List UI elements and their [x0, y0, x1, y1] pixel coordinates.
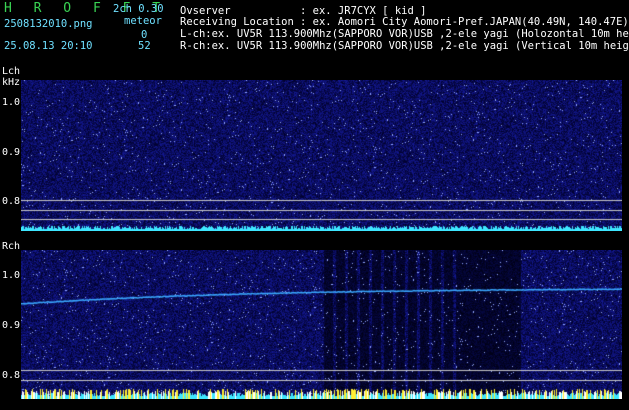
rch-meteor-count: 52 — [138, 40, 151, 52]
mode-label: 2ch 0.30 — [113, 3, 164, 15]
lch-ytick-2: 0.9 — [2, 147, 21, 158]
lch-ytick-1: 1.0 — [2, 97, 21, 108]
rch-info: R-ch:ex. UV5R 113.900Mhz(SAPPORO VOR)USB… — [180, 41, 629, 52]
observer-label: Ovserver — [180, 5, 231, 17]
datetime: 25.08.13 20:10 — [4, 40, 93, 52]
rch-label: Rch — [2, 241, 21, 252]
rch-ytick-1: 1.0 — [2, 270, 21, 281]
location-value: : ex. Aomori City Aomori-Pref.JAPAN(40.4… — [300, 16, 629, 28]
location-label: Receiving Location — [180, 16, 294, 28]
observer-value: : ex. JR7CYX [ kid ] — [300, 5, 427, 17]
lch-label: Lch — [2, 66, 21, 77]
rch-spectrogram — [21, 250, 622, 399]
rch-ytick-3: 0.8 — [2, 370, 21, 381]
lch-info: L-ch:ex. UV5R 113.900Mhz(SAPPORO VOR)USB… — [180, 29, 629, 40]
lch-meteor-count: 0 — [141, 29, 148, 41]
lch-spectrogram — [21, 80, 622, 231]
meteor-label: meteor — [124, 15, 162, 27]
lch-ytick-3: 0.8 — [2, 196, 21, 207]
lch-unit: kHz — [2, 77, 21, 88]
rch-ytick-2: 0.9 — [2, 320, 21, 331]
filename: 2508132010.png — [4, 18, 93, 30]
